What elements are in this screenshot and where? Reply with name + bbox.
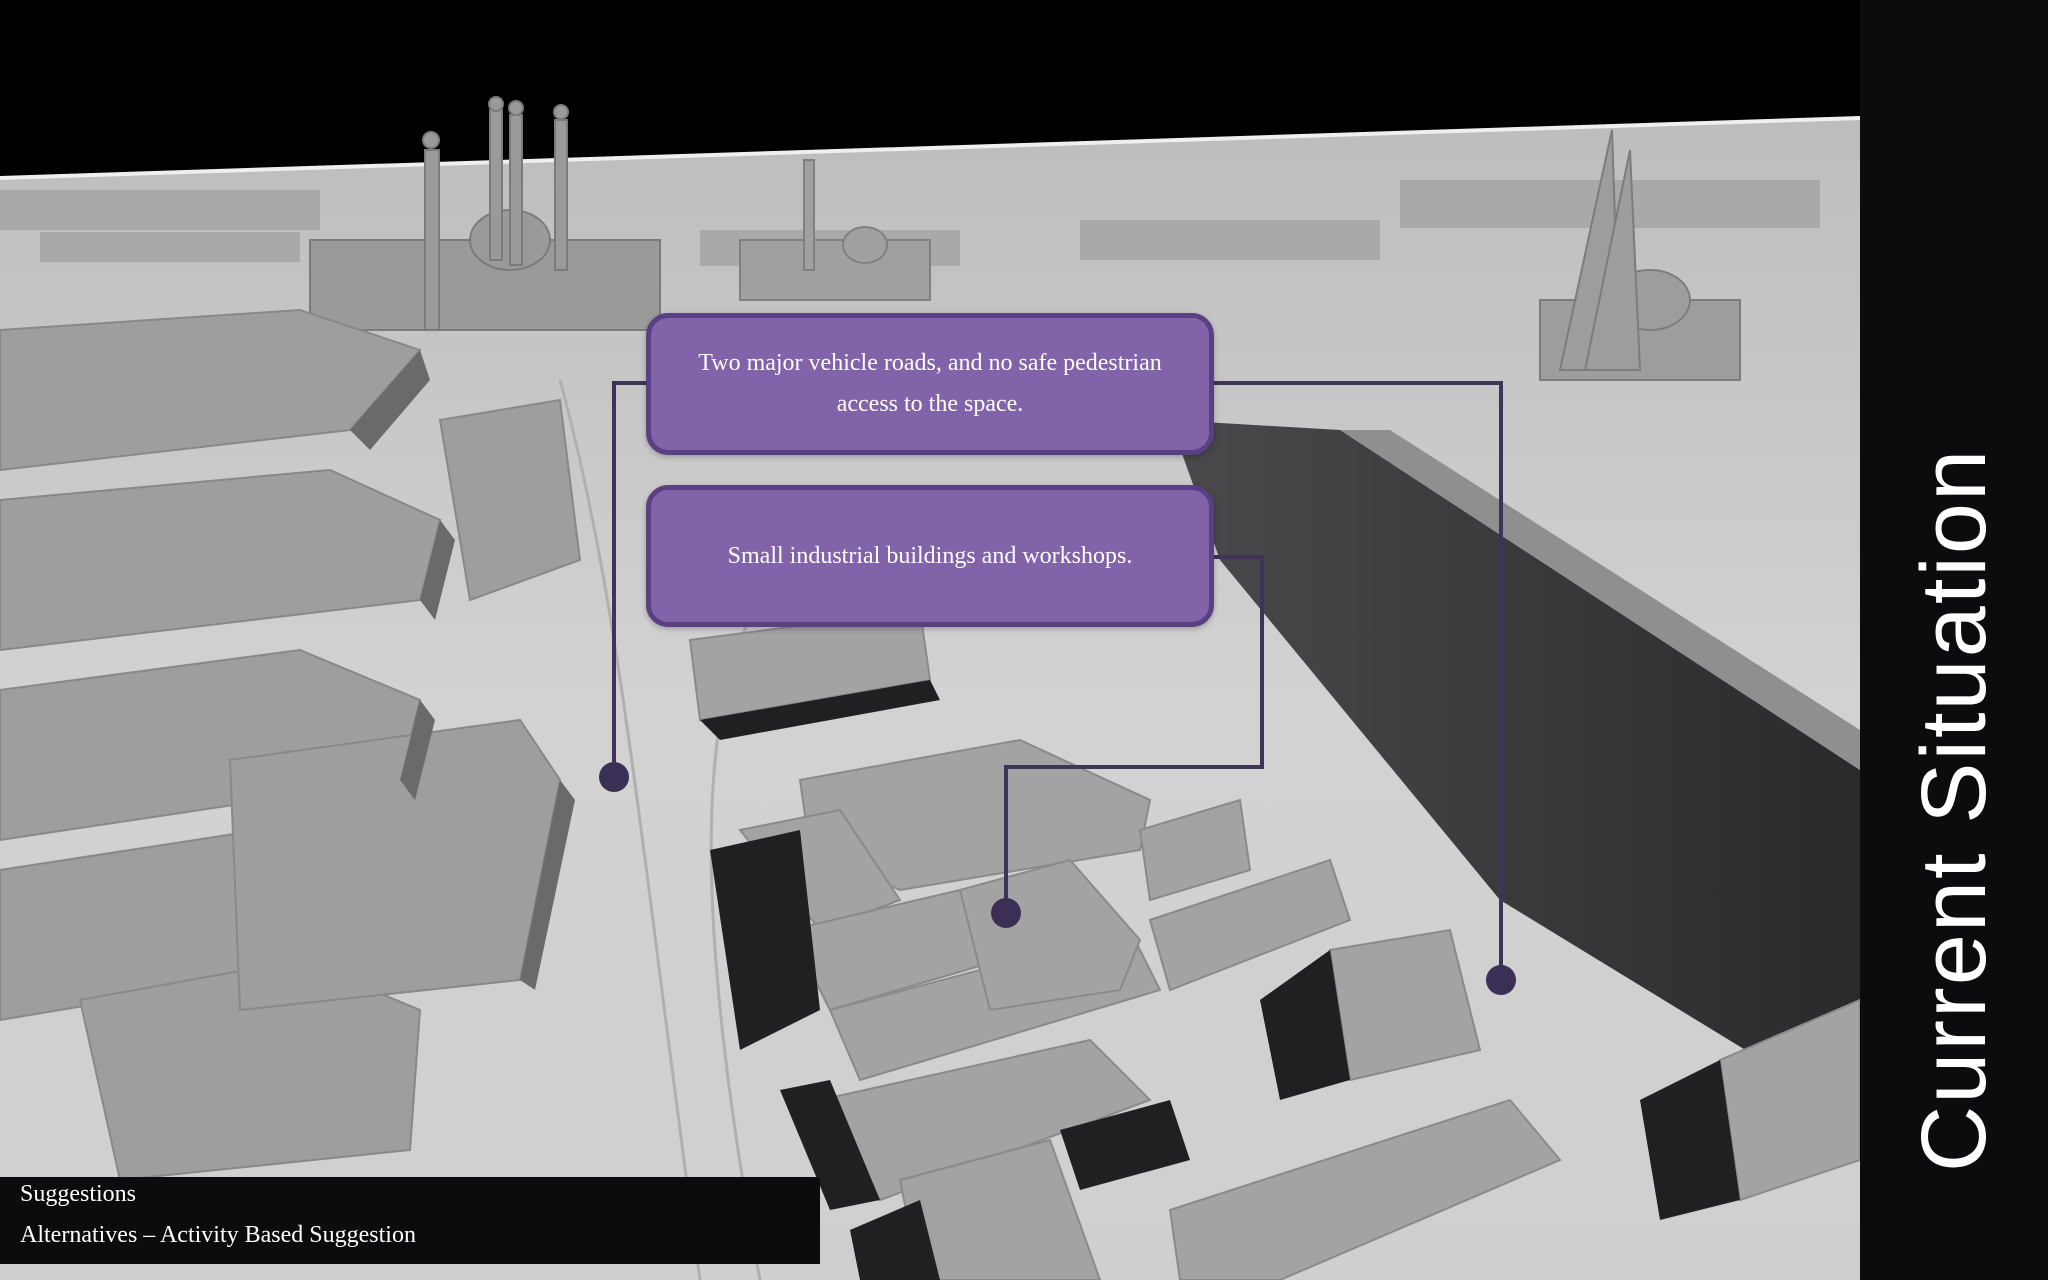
callout-vehicle-roads-text: Two major vehicle roads, and no safe ped…	[698, 350, 1162, 417]
page-title: Current Situation	[1903, 447, 2005, 1173]
footer-line-suggestions: Suggestions	[20, 1181, 137, 1207]
footer-line-alternatives: Alternatives – Activity Based Suggestion	[20, 1222, 416, 1248]
city-model-render	[0, 0, 1860, 1280]
callout-industrial-buildings-text: Small industrial buildings and workshops…	[727, 542, 1133, 569]
callout-industrial-buildings: Small industrial buildings and workshops…	[646, 485, 1214, 627]
footer-caption-bar: Suggestions Alternatives – Activity Base…	[0, 1177, 820, 1264]
callout-vehicle-roads: Two major vehicle roads, and no safe ped…	[646, 313, 1214, 455]
